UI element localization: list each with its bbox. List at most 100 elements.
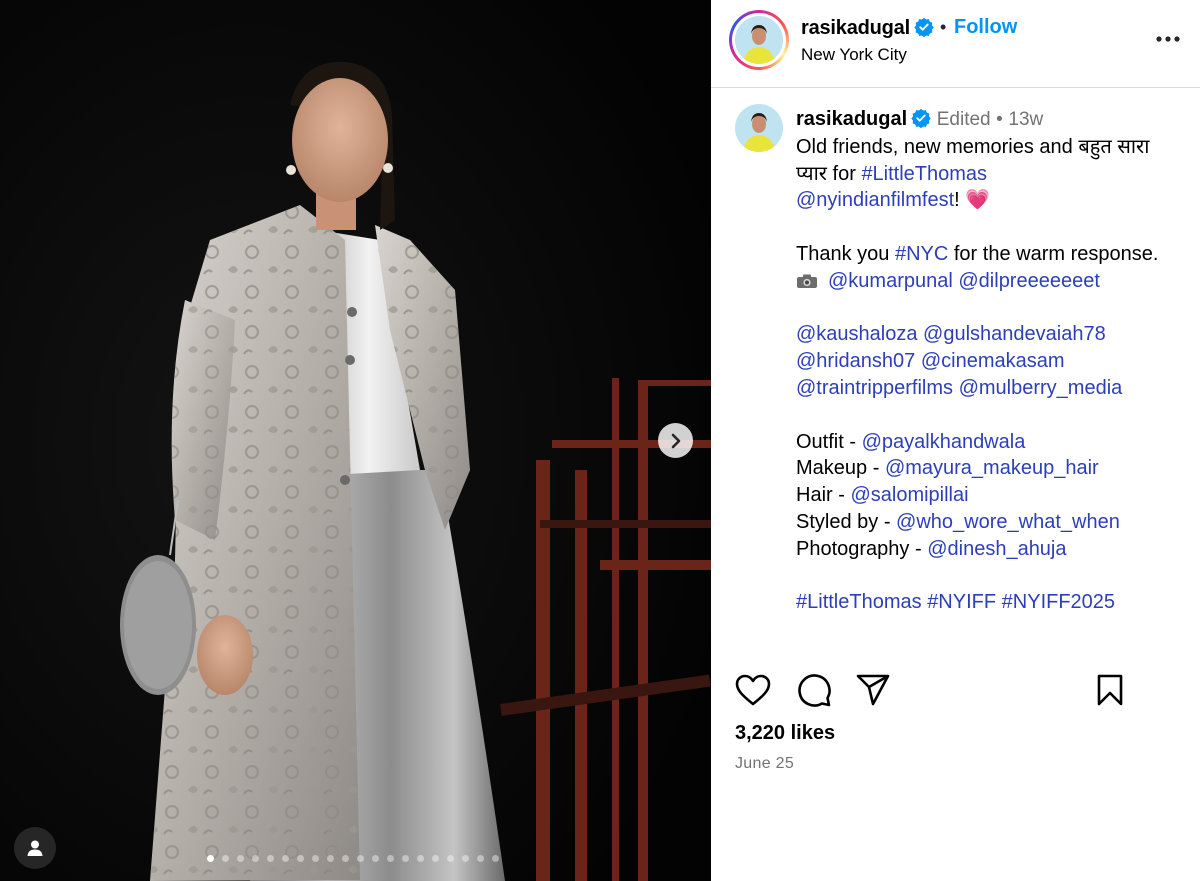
camera-icon xyxy=(797,274,817,288)
caption-text: ! 💗 xyxy=(954,189,991,212)
meta-separator: • xyxy=(996,109,1003,130)
credit-label: Styled by - xyxy=(796,510,897,533)
caption-line: Old friends, new memories and बहुत सारा xyxy=(796,135,1150,158)
carousel-next-button[interactable] xyxy=(658,423,693,458)
more-options-button[interactable] xyxy=(1153,26,1183,52)
carousel-dot xyxy=(387,855,394,862)
carousel-dot xyxy=(267,855,274,862)
credit-label: Outfit - xyxy=(796,430,862,453)
carousel-dot xyxy=(462,855,469,862)
mention-link[interactable]: @gulshandevaiah78 xyxy=(923,323,1106,345)
hashtag-link[interactable]: #NYIFF xyxy=(927,591,996,613)
carousel-dot xyxy=(237,855,244,862)
carousel-dot xyxy=(372,855,379,862)
caption-line: प्यार for #LittleThomas xyxy=(796,161,1191,188)
mention-link[interactable]: @hridansh07 xyxy=(796,350,915,372)
share-button[interactable] xyxy=(853,670,893,710)
mention-link[interactable]: @kaushaloza xyxy=(796,323,917,345)
post-date[interactable]: June 25 xyxy=(735,755,794,773)
paper-plane-icon xyxy=(856,674,890,706)
mention-link[interactable]: @nyindianfilmfest xyxy=(796,189,954,211)
time-ago[interactable]: 13w xyxy=(1008,109,1043,130)
mention-link[interactable]: @mulberry_media xyxy=(959,377,1123,399)
carousel-dot xyxy=(312,855,319,862)
hashtag-link[interactable]: #NYIFF2025 xyxy=(1002,591,1115,613)
caption-header: rasikadugal Edited • 13w xyxy=(796,106,1191,134)
post-media[interactable] xyxy=(0,0,711,881)
heart-icon xyxy=(735,674,771,706)
save-button[interactable] xyxy=(1090,670,1130,710)
caption-line: @kaushaloza @gulshandevaiah78 xyxy=(796,321,1191,348)
caption-line: Thank you #NYC for the warm response. xyxy=(796,241,1191,268)
story-ring-avatar[interactable] xyxy=(729,10,789,70)
avatar[interactable] xyxy=(735,104,783,152)
carousel-dot xyxy=(342,855,349,862)
edited-label: Edited xyxy=(936,109,991,130)
mention-link[interactable]: @traintripperfilms xyxy=(796,377,953,399)
mention-link[interactable]: @dilpreeeeeeet xyxy=(958,270,1100,292)
chevron-right-icon xyxy=(671,433,680,448)
mention-link[interactable]: @salomipillai xyxy=(850,484,968,506)
caption-line: #LittleThomas #NYIFF #NYIFF2025 xyxy=(796,589,1191,616)
caption-username[interactable]: rasikadugal xyxy=(796,108,907,130)
credit-line: Hair - @salomipillai xyxy=(796,482,1191,509)
mention-link[interactable]: @who_wore_what_when xyxy=(896,511,1120,533)
mention-link[interactable]: @payalkhandwala xyxy=(862,431,1026,453)
credit-line: Outfit - @payalkhandwala xyxy=(796,429,1191,456)
avatar xyxy=(735,16,783,64)
carousel-dot xyxy=(432,855,439,862)
caption-text: for the warm response. xyxy=(948,242,1159,265)
carousel-dot xyxy=(327,855,334,862)
hashtag-link[interactable]: #LittleThomas xyxy=(861,163,987,185)
credit-label: Photography - xyxy=(796,537,928,560)
carousel-dot xyxy=(402,855,409,862)
carousel-dot xyxy=(357,855,364,862)
mention-link[interactable]: @dinesh_ahuja xyxy=(927,538,1066,560)
caption-text: प्यार for xyxy=(796,162,862,185)
carousel-dot xyxy=(417,855,424,862)
post-sidebar: rasikadugal • Follow New York City rasik… xyxy=(711,0,1200,881)
verified-badge-icon xyxy=(914,17,934,37)
comment-button[interactable] xyxy=(794,670,834,710)
hashtag-link[interactable]: #LittleThomas xyxy=(796,591,922,613)
carousel-dot xyxy=(282,855,289,862)
hashtag-link[interactable]: #NYC xyxy=(895,243,948,265)
bookmark-icon xyxy=(1097,674,1123,706)
header-username[interactable]: rasikadugal xyxy=(801,17,934,40)
caption-line: @traintripperfilms @mulberry_media xyxy=(796,375,1191,402)
tagged-users-button[interactable] xyxy=(14,827,56,869)
caption-body: rasikadugal Edited • 13w Old friends, ne… xyxy=(796,106,1191,616)
mention-link[interactable]: @kumarpunal xyxy=(828,270,953,292)
carousel-dot xyxy=(447,855,454,862)
more-options-icon xyxy=(1156,36,1180,42)
carousel-dot xyxy=(297,855,304,862)
header-separator: • xyxy=(940,17,947,37)
caption-line: @hridansh07 @cinemakasam xyxy=(796,348,1191,375)
mention-link[interactable]: @cinemakasam xyxy=(921,350,1065,372)
action-bar xyxy=(711,670,1200,714)
username-text: rasikadugal xyxy=(801,17,910,39)
credit-line: Photography - @dinesh_ahuja xyxy=(796,536,1191,563)
verified-badge-icon xyxy=(911,108,931,128)
caption-line: @nyindianfilmfest! 💗 xyxy=(796,187,1191,214)
credit-label: Hair - xyxy=(796,484,851,507)
carousel-indicator xyxy=(207,855,499,862)
carousel-dot xyxy=(252,855,259,862)
credit-line: Styled by - @who_wore_what_when xyxy=(796,509,1191,536)
location-link[interactable]: New York City xyxy=(801,45,907,65)
post-header: rasikadugal • Follow New York City xyxy=(711,0,1200,88)
post-photo xyxy=(0,0,711,881)
carousel-dot xyxy=(492,855,499,862)
credit-line: Makeup - @mayura_makeup_hair xyxy=(796,455,1191,482)
mention-link[interactable]: @mayura_makeup_hair xyxy=(885,457,1099,479)
follow-button[interactable]: Follow xyxy=(954,16,1017,39)
carousel-dot xyxy=(207,855,214,862)
like-button[interactable] xyxy=(733,670,773,710)
carousel-dot xyxy=(477,855,484,862)
caption-line: @kumarpunal @dilpreeeeeeet xyxy=(796,268,1191,295)
like-count[interactable]: 3,220 likes xyxy=(735,722,835,745)
